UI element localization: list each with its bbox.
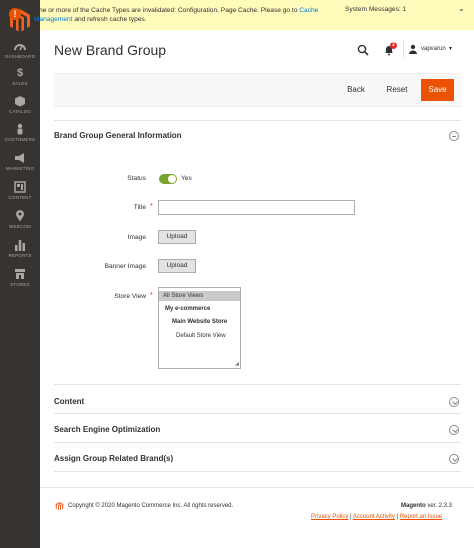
assign-brands-section-header[interactable]: Assign Group Related Brand(s) [54, 451, 461, 465]
sidebar-item-catalog[interactable]: Catalog [0, 95, 40, 114]
admin-username[interactable]: vapvarun [421, 46, 446, 52]
pin-icon [16, 210, 25, 222]
brand-name: Magento [401, 503, 426, 509]
section-title: Assign Group Related Brand(s) [54, 454, 174, 463]
resize-handle-icon[interactable]: ◢ [235, 361, 239, 367]
chevron-down-icon[interactable]: ▾ [449, 45, 452, 52]
sidebar-item-label: Marketing [5, 166, 35, 171]
image-upload-button[interactable]: Upload [158, 230, 196, 244]
sidebar-item-webcom[interactable]: Webcom [0, 210, 40, 229]
version-text: ver. 2.3.3 [425, 503, 453, 509]
back-button[interactable]: Back [336, 79, 376, 101]
collapse-icon[interactable] [449, 131, 459, 141]
store-icon [15, 269, 25, 279]
store-option-website: My e-commerce [165, 306, 211, 312]
title-input[interactable] [158, 200, 355, 215]
store-option-group: Main Website Store [172, 319, 228, 325]
warning-icon: ! [9, 8, 21, 20]
save-button[interactable]: Save [421, 79, 454, 101]
store-view-multiselect[interactable]: All Store Views My e-commerce Main Websi… [158, 287, 241, 369]
divider [54, 471, 461, 472]
megaphone-icon [15, 153, 24, 163]
sidebar-item-label: Sales [12, 81, 28, 86]
sidebar-item-label: Customers [4, 137, 36, 142]
sidebar-item-sales[interactable]: $ Sales [0, 67, 40, 86]
notification-badge: 2 [390, 42, 397, 49]
expand-icon[interactable] [449, 425, 459, 435]
sidebar-item-dashboard[interactable]: Dashboard [0, 40, 40, 59]
status-value: Yes [181, 175, 192, 182]
footer-divider [40, 487, 474, 488]
magento-logo-icon [55, 501, 64, 511]
seo-section-header[interactable]: Search Engine Optimization [54, 422, 461, 436]
toggle-knob [168, 175, 176, 183]
sidebar-item-label: Webcom [9, 224, 31, 229]
bar-chart-icon [15, 240, 25, 251]
store-view-label: Store View [114, 293, 146, 300]
section-title: Search Engine Optimization [54, 425, 161, 434]
banner-image-label: Banner Image [104, 263, 146, 270]
admin-sidebar: Dashboard $ Sales Catalog Customers Mark… [0, 0, 40, 548]
divider [54, 120, 461, 121]
page-title: New Brand Group [54, 42, 167, 58]
section-title: Content [54, 397, 85, 406]
store-option-default[interactable]: Default Store View [159, 331, 240, 341]
person-icon [17, 123, 23, 135]
copyright-text: Copyright © 2020 Magento Commerce Inc. A… [68, 503, 234, 509]
expand-icon[interactable] [449, 454, 459, 464]
sidebar-item-label: Content [8, 195, 32, 200]
title-label: Title [133, 204, 146, 211]
report-issue-link[interactable]: Report an Issue [400, 514, 442, 520]
sidebar-item-label: Catalog [8, 109, 32, 114]
required-marker: * [150, 292, 153, 299]
divider [54, 442, 461, 443]
sidebar-item-content[interactable]: Content [0, 181, 40, 200]
magento-version: Magento ver. 2.3.3 [401, 503, 452, 509]
sidebar-item-label: Reports [8, 253, 32, 258]
status-label: Status [127, 175, 146, 182]
banner-upload-button[interactable]: Upload [158, 259, 196, 273]
system-messages-count[interactable]: System Messages: 1 [345, 6, 406, 13]
footer-links: Privacy Policy | Account Activity | Repo… [311, 514, 442, 520]
required-marker: * [150, 203, 153, 210]
section-title: Brand Group General Information [54, 131, 182, 140]
sidebar-item-customers[interactable]: Customers [0, 123, 40, 142]
sidebar-item-label: Stores [10, 282, 30, 287]
chevron-down-icon[interactable]: ⌄ [458, 4, 465, 13]
layout-icon [14, 181, 26, 193]
store-option-all[interactable]: All Store Views [159, 291, 240, 301]
sidebar-item-marketing[interactable]: Marketing [0, 152, 40, 171]
sidebar-item-reports[interactable]: Reports [0, 239, 40, 258]
message-text-after: and refresh cache types. [72, 16, 147, 23]
divider [54, 413, 461, 414]
box-icon [15, 96, 25, 107]
account-activity-link[interactable]: Account Activity [353, 514, 395, 520]
system-message-text: One or more of the Cache Types are inval… [34, 6, 339, 24]
search-icon[interactable] [357, 44, 369, 56]
divider [54, 384, 461, 385]
message-text-before: One or more of the Cache Types are inval… [34, 7, 300, 14]
dashboard-icon [14, 44, 26, 51]
image-label: Image [127, 234, 146, 241]
user-icon[interactable] [408, 44, 418, 54]
expand-icon[interactable] [449, 397, 459, 407]
general-info-section-header[interactable]: Brand Group General Information [54, 128, 461, 142]
reset-button[interactable]: Reset [377, 79, 417, 101]
content-section-header[interactable]: Content [54, 394, 461, 408]
dollar-icon: $ [16, 67, 24, 79]
header-divider [403, 41, 404, 59]
privacy-policy-link[interactable]: Privacy Policy [311, 514, 348, 520]
sidebar-item-label: Dashboard [4, 54, 36, 59]
sidebar-item-stores[interactable]: Stores [0, 268, 40, 287]
